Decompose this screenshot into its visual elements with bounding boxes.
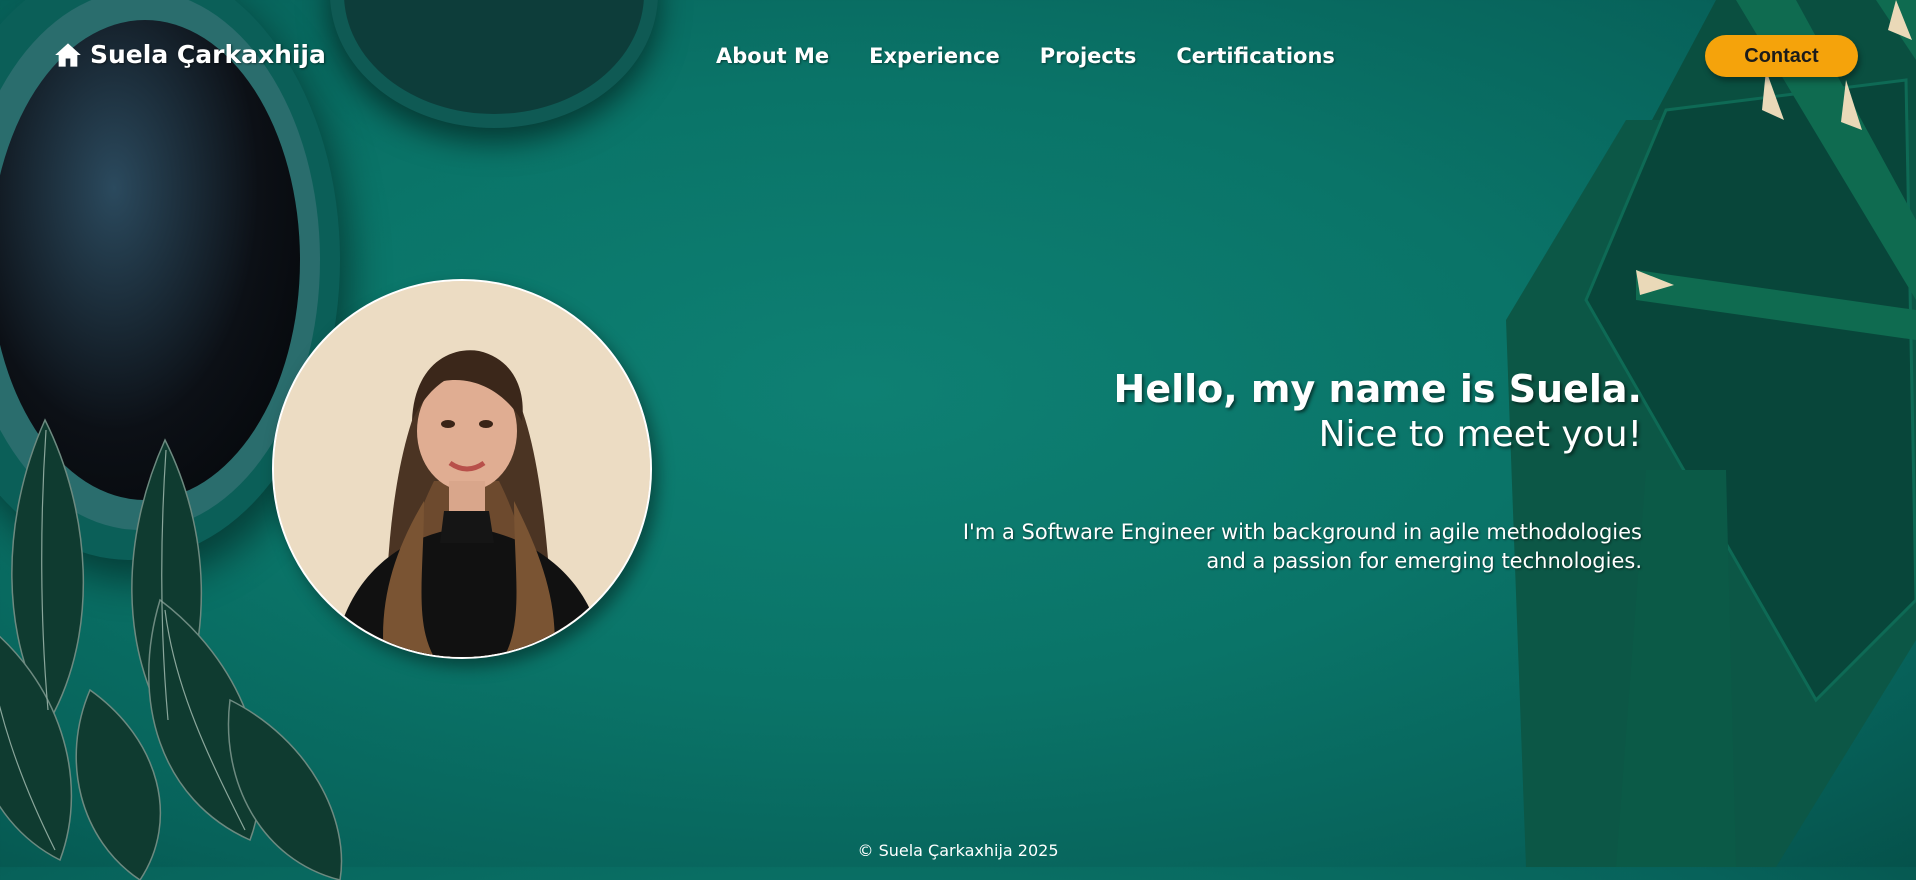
main-nav: About Me Experience Projects Certificati…: [716, 44, 1335, 68]
hero-subtitle: Nice to meet you!: [1318, 414, 1642, 455]
nav-experience[interactable]: Experience: [869, 44, 1000, 68]
profile-photo: [272, 279, 652, 659]
nav-certifications[interactable]: Certifications: [1176, 44, 1335, 68]
brand-name: Suela Çarkaxhija: [90, 40, 326, 69]
hero-title: Hello, my name is Suela.: [1113, 367, 1642, 411]
nav-projects[interactable]: Projects: [1040, 44, 1137, 68]
site-header: Suela Çarkaxhija About Me Experience Pro…: [0, 0, 1916, 110]
contact-button[interactable]: Contact: [1705, 35, 1858, 77]
nav-about-me[interactable]: About Me: [716, 44, 829, 68]
hero-description: I'm a Software Engineer with background …: [742, 518, 1642, 576]
hero-description-line-2: and a passion for emerging technologies.: [1206, 549, 1642, 573]
hero-description-line-1: I'm a Software Engineer with background …: [962, 520, 1642, 544]
brand-home-link[interactable]: Suela Çarkaxhija: [54, 40, 326, 69]
footer-copyright: © Suela Çarkaxhija 2025: [857, 841, 1059, 860]
home-icon: [54, 41, 82, 69]
hero-section: Hello, my name is Suela. Nice to meet yo…: [742, 366, 1642, 576]
